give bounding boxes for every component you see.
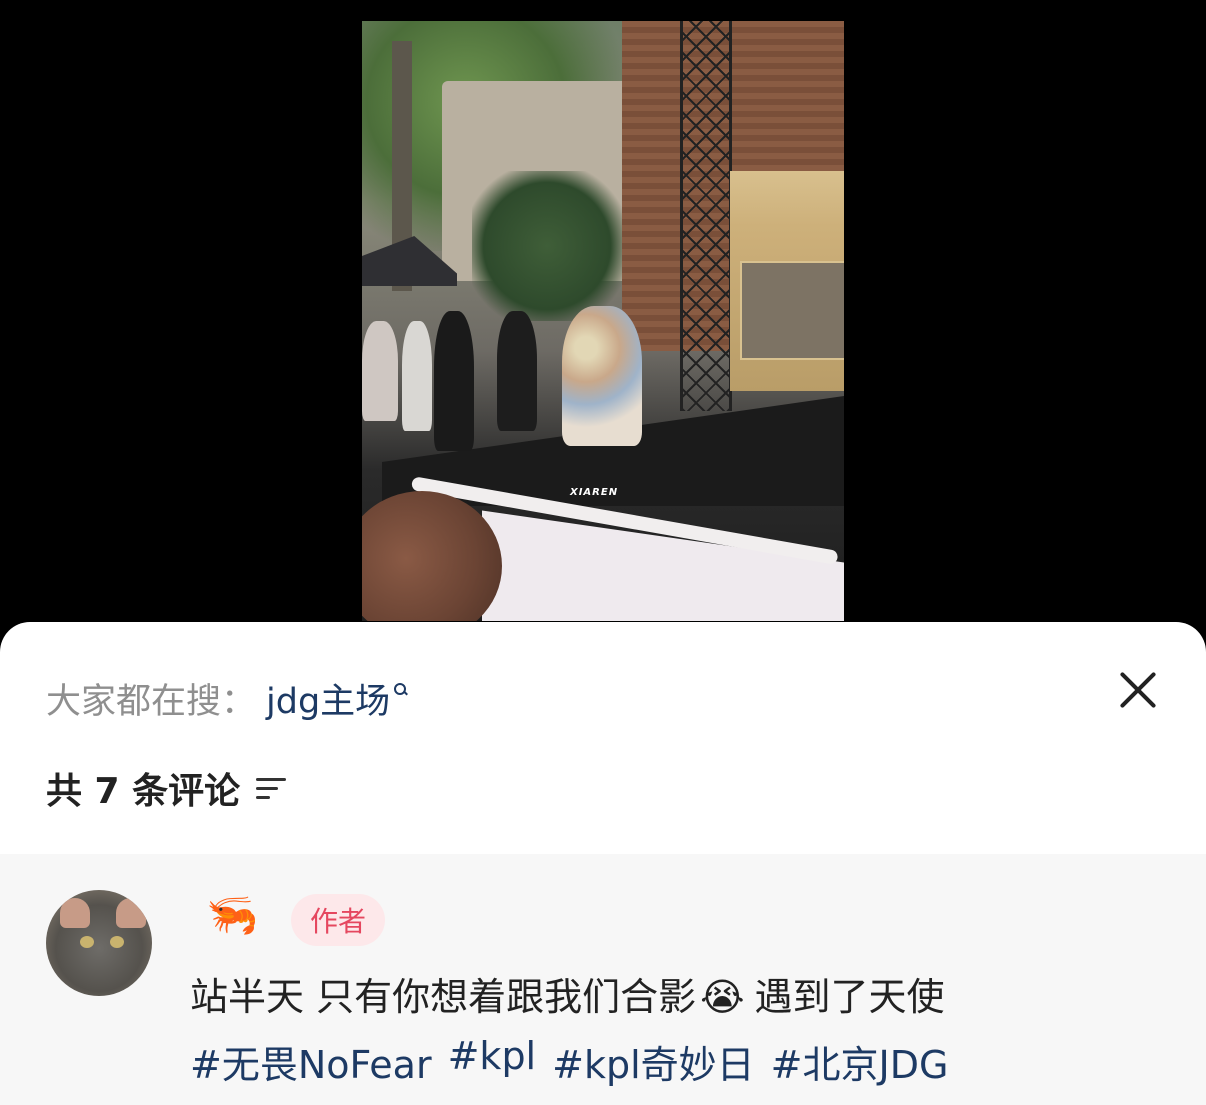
author-badge: 作者 — [291, 894, 385, 946]
comment-item[interactable]: 🦐 作者 站半天 只有你想着跟我们合影 😭 遇到了天使 #无畏NoFear #kpl… — [0, 854, 1206, 1105]
video-scene-person — [497, 311, 537, 431]
trending-search[interactable]: 大家都在搜： jdg主场 — [46, 673, 407, 724]
comment-text: 站半天 只有你想着跟我们合影 😭 遇到了天使 — [190, 966, 945, 1021]
hashtag-link[interactable]: #无畏NoFear — [190, 1034, 432, 1089]
close-icon[interactable] — [1116, 668, 1160, 712]
trending-search-label: 大家都在搜： — [46, 681, 257, 722]
sort-icon[interactable] — [256, 776, 287, 800]
trending-search-term[interactable]: jdg主场 — [266, 673, 390, 724]
video-scene-person — [434, 311, 474, 451]
video-scene-tent-window — [740, 261, 844, 360]
video-scene-truss — [680, 21, 732, 411]
hashtag-link[interactable]: #kpl奇妙日 — [552, 1034, 755, 1089]
avatar-detail — [60, 898, 90, 928]
username[interactable]: 🦐 — [206, 894, 258, 936]
comment-sheet: 大家都在搜： jdg主场 共 7 条评论 🦐 作者 站半天 只有你想着跟我们合影… — [0, 622, 1206, 1105]
avatar-detail — [80, 936, 94, 948]
comment-text-part: 遇到了天使 — [754, 975, 945, 1019]
crying-emoji-icon: 😭 — [700, 975, 745, 1019]
video-frame[interactable]: XIAREN — [362, 21, 844, 621]
avatar-detail — [116, 898, 146, 928]
hashtag-link[interactable]: #kpl — [448, 1034, 537, 1089]
hashtag-list: #无畏NoFear #kpl #kpl奇妙日 #北京JDG — [190, 1034, 948, 1089]
video-scene-person-main — [562, 306, 642, 446]
search-icon — [394, 683, 407, 695]
comment-count: 共 7 条评论 — [46, 771, 241, 812]
video-watermark: XIAREN — [570, 487, 619, 498]
video-scene-person — [362, 321, 398, 421]
avatar[interactable] — [46, 890, 152, 996]
video-player[interactable]: XIAREN — [0, 0, 1206, 640]
comment-text-part: 站半天 只有你想着跟我们合影 — [190, 975, 697, 1019]
avatar-detail — [110, 936, 124, 948]
hashtag-link[interactable]: #北京JDG — [771, 1034, 949, 1089]
video-scene-bush — [472, 171, 622, 321]
video-scene-person — [402, 321, 432, 431]
comment-count-row: 共 7 条评论 — [46, 766, 287, 812]
video-scene-foreground-head — [362, 491, 502, 621]
